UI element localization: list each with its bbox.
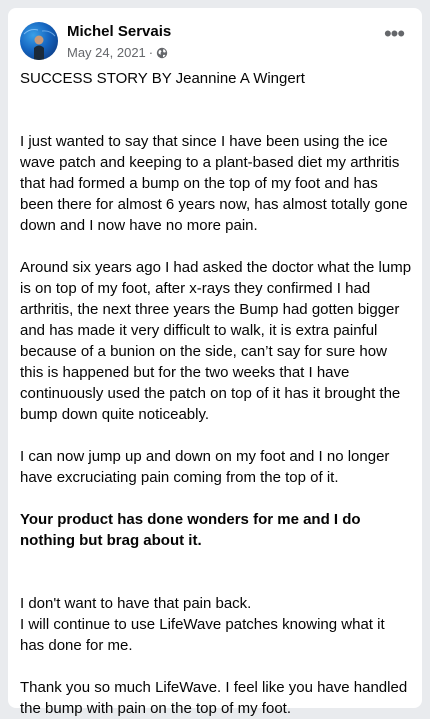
paragraph-6: Thank you so much LifeWave. I feel like … (20, 679, 408, 717)
more-options-icon[interactable]: ••• (380, 23, 408, 48)
paragraph-3: I can now jump up and down on my foot an… (20, 448, 390, 486)
author-name[interactable]: Michel Servais (67, 23, 171, 40)
meta-separator: · (148, 45, 154, 60)
globe-icon[interactable] (156, 47, 168, 59)
paragraph-5-line-2: I will continue to use LifeWave patches … (20, 616, 385, 654)
avatar[interactable] (20, 22, 58, 60)
paragraph-2: Around six years ago I had asked the doc… (20, 259, 412, 423)
paragraph-4-bold: Your product has done wonders for me and… (20, 511, 361, 549)
paragraph-1: I just wanted to say that since I have b… (20, 133, 408, 234)
post-date[interactable]: May 24, 2021 (67, 45, 146, 60)
post-meta: May 24, 2021 · (67, 45, 168, 60)
paragraph-5-line-1: I don't want to have that pain back. (20, 595, 252, 612)
post-body: SUCCESS STORY BY Jeannine A Wingert I ju… (20, 68, 412, 719)
post-title: SUCCESS STORY BY Jeannine A Wingert (20, 70, 305, 87)
post-card: Michel Servais May 24, 2021 · ••• SUCCES… (8, 8, 422, 717)
post-header: Michel Servais May 24, 2021 · ••• (20, 20, 410, 68)
